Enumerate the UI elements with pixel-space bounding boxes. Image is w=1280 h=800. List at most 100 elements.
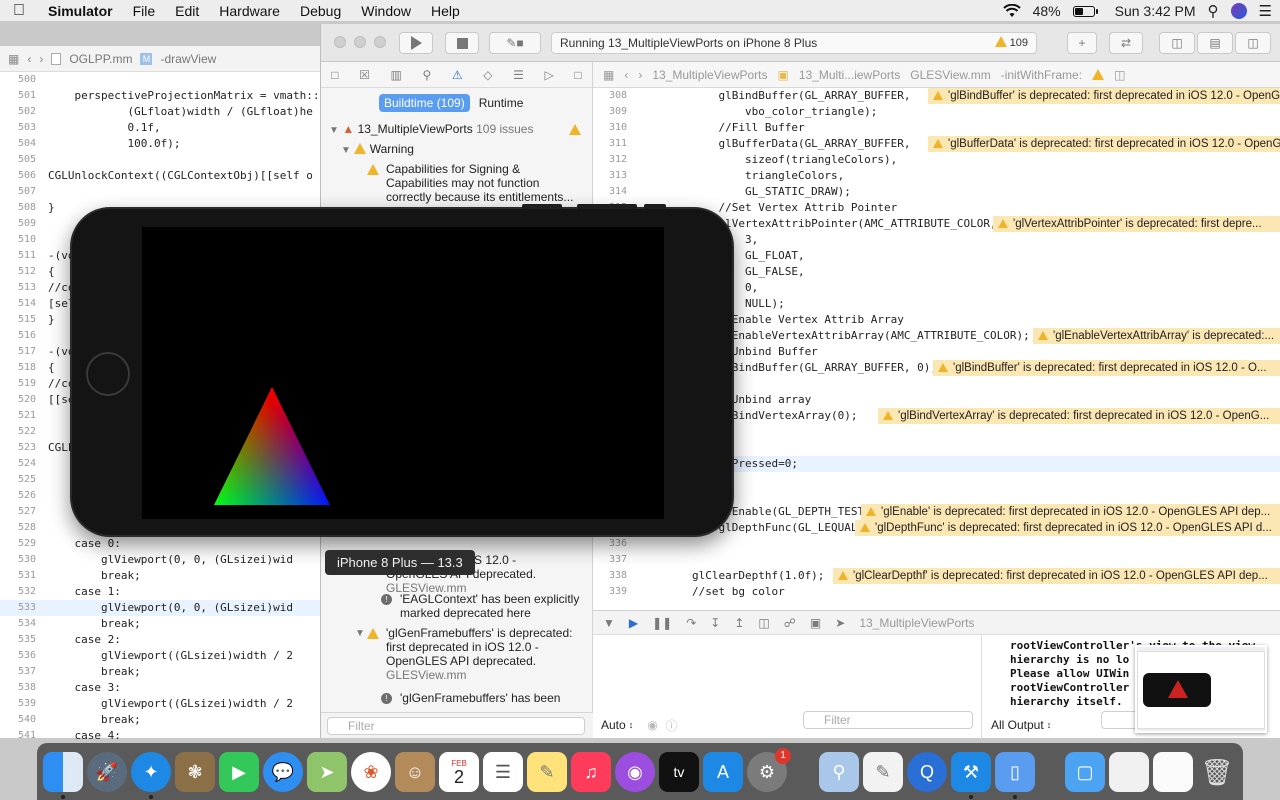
- inline-warning[interactable]: 'glClearDepthf' is deprecated: first dep…: [833, 568, 1280, 584]
- output-selector[interactable]: All Output: [991, 718, 1044, 732]
- code-line[interactable]: 531 break;: [0, 568, 322, 584]
- code-line[interactable]: 312 sizeof(triangleColors),: [593, 152, 1280, 168]
- apple-menu-icon[interactable]: : [0, 2, 38, 20]
- code-line[interactable]: 501 perspectiveProjectionMatrix = vmath:…: [0, 88, 322, 104]
- code-line[interactable]: 338 glClearDepthf(1.0f); 'glClearDepthf' …: [593, 568, 1280, 584]
- code-line[interactable]: 539 glViewport((GLsizei)width / 2: [0, 696, 322, 712]
- grid-icon[interactable]: ▦: [8, 52, 19, 66]
- textedit-icon[interactable]: ✎: [863, 752, 903, 792]
- symbol-icon[interactable]: ▥: [391, 68, 402, 82]
- menu-edit[interactable]: Edit: [165, 3, 209, 19]
- disclosure-icon[interactable]: ▼: [355, 627, 365, 641]
- code-line[interactable]: 337: [593, 552, 1280, 568]
- code-line[interactable]: 541 case 4:: [0, 728, 322, 744]
- code-line[interactable]: 339 //set bg color: [593, 584, 1280, 600]
- inline-warning[interactable]: 'glVertexAttribPointer' is deprecated: f…: [993, 216, 1280, 232]
- toggle-navigator-button[interactable]: ◫: [1159, 32, 1195, 54]
- issue-item[interactable]: ▼ 'glGenFramebuffers' is deprecated: fir…: [355, 626, 581, 682]
- report-icon[interactable]: □: [574, 68, 581, 82]
- preview-app-icon[interactable]: ⚲: [819, 752, 859, 792]
- podcasts-icon[interactable]: ◉: [615, 752, 655, 792]
- hide-debug-icon[interactable]: ▼: [603, 616, 615, 630]
- code-line[interactable]: 313 triangleColors,: [593, 168, 1280, 184]
- inline-warning[interactable]: 'glBufferData' is deprecated: first depr…: [928, 136, 1280, 152]
- menu-clock[interactable]: Sun 3:42 PM: [1115, 3, 1196, 19]
- tab-buildtime[interactable]: Buildtime (109): [379, 94, 470, 112]
- breadcrumb-method[interactable]: -initWithFrame:: [1001, 68, 1082, 82]
- home-button[interactable]: [86, 352, 130, 396]
- reminders-icon[interactable]: ☰: [483, 752, 523, 792]
- calendar-icon[interactable]: FEB 2: [439, 752, 479, 792]
- mute-switch[interactable]: [644, 204, 666, 209]
- code-line[interactable]: 309 vbo_color_triangle);: [593, 104, 1280, 120]
- code-line[interactable]: 530 glViewport(0, 0, (GLsizei)wid: [0, 552, 322, 568]
- battery-icon[interactable]: [1072, 5, 1098, 17]
- issue-item[interactable]: Capabilities for Signing & Capabilities …: [367, 162, 577, 204]
- warning-count-badge[interactable]: 109: [994, 36, 1028, 49]
- stop-button[interactable]: [445, 32, 479, 54]
- breakpoints-icon[interactable]: ▶: [629, 616, 638, 630]
- inline-warning[interactable]: 'glBindVertexArray' is deprecated: first…: [878, 408, 1280, 424]
- app-store-icon[interactable]: A: [703, 752, 743, 792]
- info-icon[interactable]: ⓘ: [666, 717, 678, 734]
- eye-icon[interactable]: ◉: [647, 718, 657, 732]
- screenshot-thumbnail[interactable]: [1135, 645, 1267, 733]
- menu-window[interactable]: Window: [351, 3, 421, 19]
- inline-warning[interactable]: 'glDepthFunc' is deprecated: first depre…: [855, 520, 1280, 536]
- back-icon[interactable]: ‹: [27, 52, 31, 66]
- location-icon[interactable]: ➤: [835, 616, 845, 630]
- code-line[interactable]: 308 glBindBuffer(GL_ARRAY_BUFFER, 'glBind…: [593, 88, 1280, 104]
- source-control-icon[interactable]: ☒: [359, 68, 370, 82]
- system-preferences-icon[interactable]: ⚙ 1: [747, 748, 791, 792]
- contacts-icon[interactable]: ☺: [395, 752, 435, 792]
- environment-icon[interactable]: ▣: [810, 616, 821, 630]
- pause-icon[interactable]: ❚❚: [652, 616, 672, 630]
- notes-icon[interactable]: ✎: [527, 752, 567, 792]
- close-window-button[interactable]: [334, 36, 346, 48]
- view-debugger-icon[interactable]: ◫: [758, 616, 769, 630]
- project-issue-row[interactable]: ▼ ▲ 13_MultipleViewPorts 109 issues: [329, 122, 589, 136]
- documents-stack-icon[interactable]: [1109, 752, 1149, 792]
- memory-graph-icon[interactable]: ☍: [784, 616, 796, 630]
- code-review-button[interactable]: ⇄: [1109, 32, 1143, 54]
- issue-note[interactable]: ! 'glGenFramebuffers' has been: [381, 691, 581, 705]
- run-button[interactable]: [399, 32, 433, 54]
- issue-note[interactable]: ! 'EAGLContext' has been explicitly mark…: [381, 592, 581, 620]
- inline-warning[interactable]: 'glBindBuffer' is deprecated: first depr…: [928, 88, 1280, 104]
- code-line[interactable]: 534 break;: [0, 616, 322, 632]
- menu-hardware[interactable]: Hardware: [209, 3, 290, 19]
- menu-help[interactable]: Help: [421, 3, 470, 19]
- volume-button[interactable]: [522, 204, 562, 209]
- code-line[interactable]: 336: [593, 536, 1280, 552]
- preview-icon[interactable]: ❃: [175, 752, 215, 792]
- xcode-icon[interactable]: ⚒: [951, 752, 991, 792]
- breadcrumb-file[interactable]: OGLPP.mm: [69, 52, 132, 66]
- tab-runtime[interactable]: Runtime: [474, 94, 529, 112]
- navigator-filter-field[interactable]: Filter: [327, 717, 585, 735]
- warning-group-row[interactable]: ▼ Warning: [341, 142, 414, 156]
- step-into-icon[interactable]: ↧: [710, 616, 720, 630]
- forward-icon[interactable]: ›: [638, 68, 642, 82]
- volume-button[interactable]: [577, 204, 637, 209]
- breakpoint-icon[interactable]: ▷: [544, 68, 553, 82]
- inline-warning[interactable]: 'glBindBuffer' is deprecated: first depr…: [933, 360, 1280, 376]
- grid-icon[interactable]: ▦: [603, 68, 614, 82]
- forward-icon[interactable]: ›: [39, 52, 43, 66]
- wifi-icon[interactable]: [1002, 4, 1021, 18]
- code-line[interactable]: 536 glViewport((GLsizei)width / 2: [0, 648, 322, 664]
- find-icon[interactable]: ⚲: [422, 68, 431, 82]
- step-out-icon[interactable]: ↥: [734, 616, 744, 630]
- code-line[interactable]: 505: [0, 152, 322, 168]
- library-button[interactable]: +: [1067, 32, 1097, 54]
- menu-file[interactable]: File: [123, 3, 166, 19]
- music-icon[interactable]: ♫: [571, 752, 611, 792]
- screenshots-stack-icon[interactable]: [1153, 752, 1193, 792]
- issue-icon[interactable]: ⚠: [452, 68, 463, 82]
- auto-selector[interactable]: Auto: [601, 718, 626, 732]
- menu-app-name[interactable]: Simulator: [38, 3, 123, 19]
- inline-warning[interactable]: 'glEnable' is deprecated: first deprecat…: [861, 504, 1280, 520]
- folder-icon[interactable]: □: [331, 68, 338, 82]
- inline-warning[interactable]: 'glEnableVertexAttribArray' is deprecate…: [1033, 328, 1280, 344]
- facetime-icon[interactable]: ▶: [219, 752, 259, 792]
- code-line[interactable]: 311 glBufferData(GL_ARRAY_BUFFER, 'glBuff…: [593, 136, 1280, 152]
